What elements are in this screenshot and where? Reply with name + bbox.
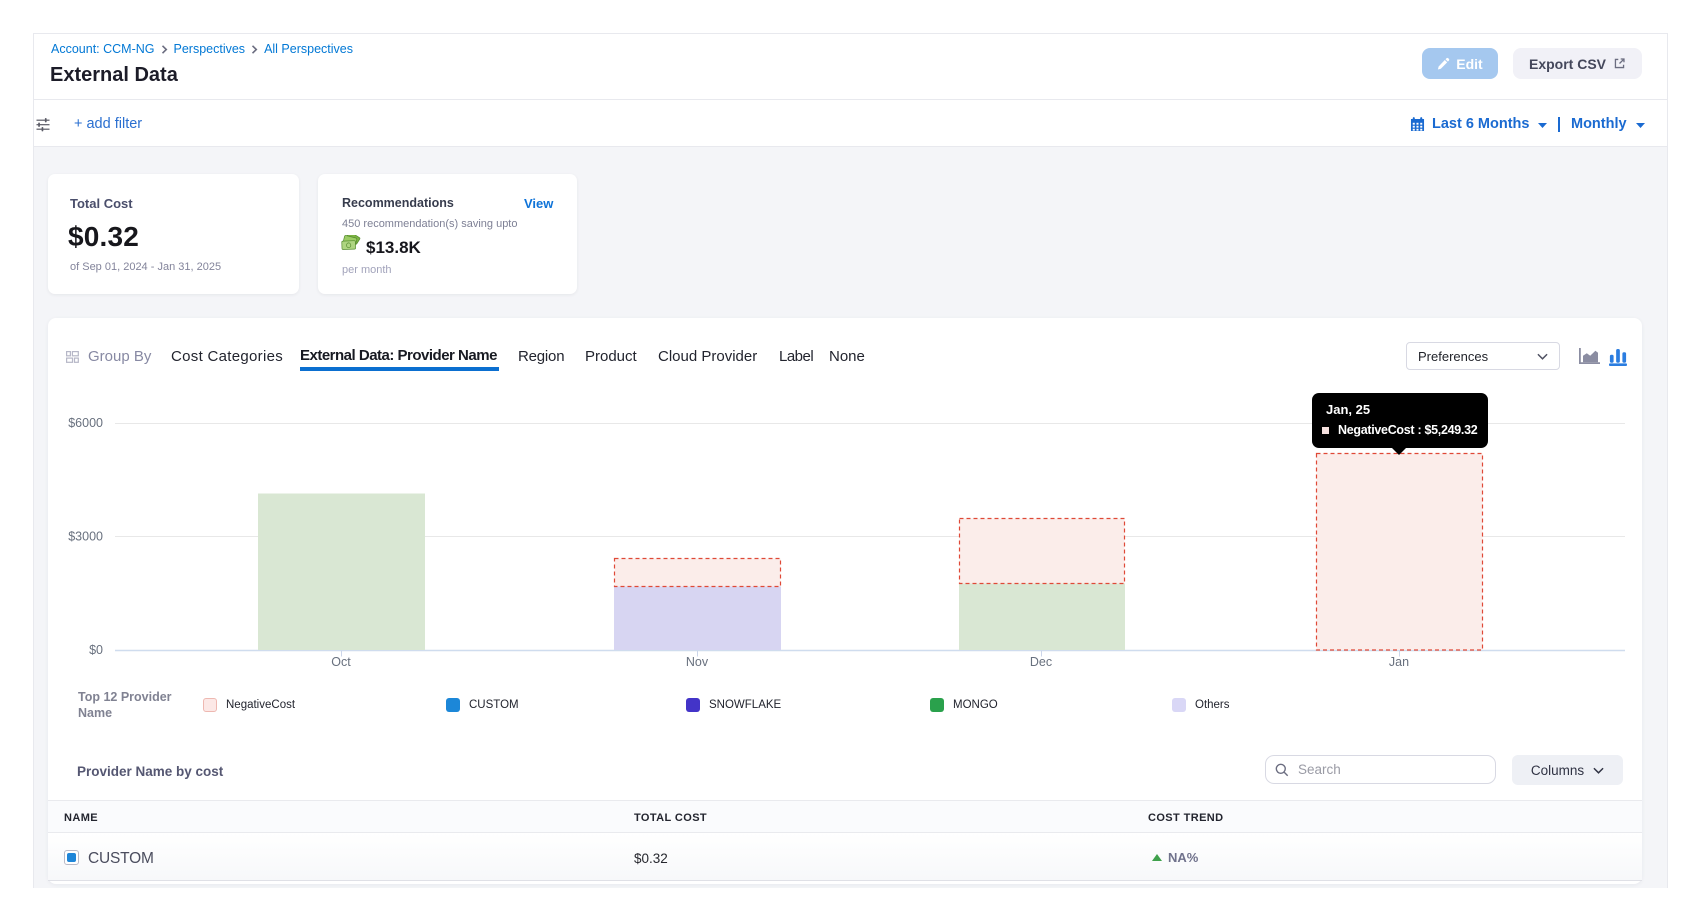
svg-text:Nov: Nov [686,655,709,669]
svg-text:$0: $0 [89,643,103,657]
svg-text:$6000: $6000 [68,416,103,430]
svg-text:Oct: Oct [331,655,351,669]
svg-text:$3000: $3000 [68,530,103,544]
svg-text:Dec: Dec [1030,655,1052,669]
svg-text:Jan: Jan [1389,655,1409,669]
